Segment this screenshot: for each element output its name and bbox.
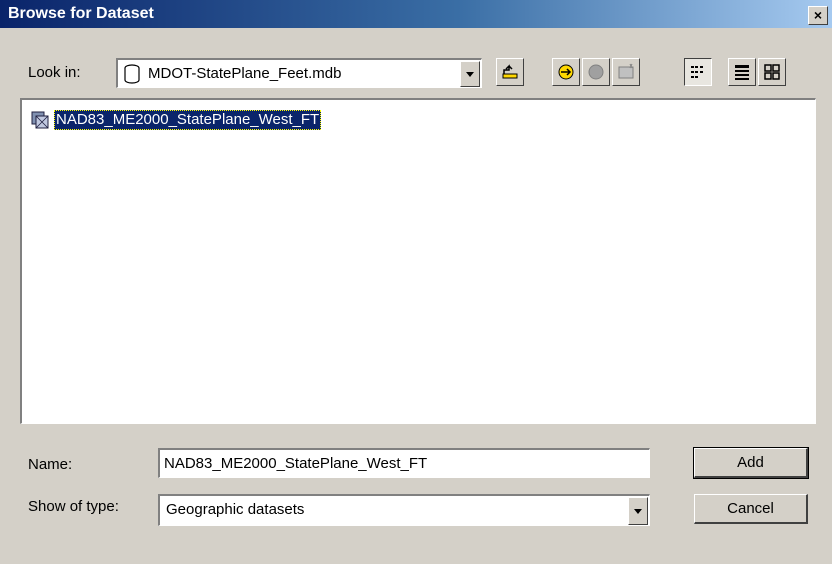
details-view-icon xyxy=(735,65,749,80)
list-view-icon xyxy=(691,66,703,78)
look-in-dropdown-arrow[interactable] xyxy=(460,61,480,87)
dataset-list[interactable]: NAD83_ME2000_StatePlane_West_FT xyxy=(20,98,816,424)
close-button[interactable]: × xyxy=(808,6,828,25)
details-view-button[interactable] xyxy=(728,58,756,86)
add-button[interactable]: Add xyxy=(693,447,809,479)
look-in-value: MDOT-StatePlane_Feet.mdb xyxy=(148,65,342,82)
cancel-button[interactable]: Cancel xyxy=(694,494,808,524)
feature-dataset-icon xyxy=(31,111,49,129)
connect-folder-icon xyxy=(558,64,574,80)
title-bar: Browse for Dataset × xyxy=(0,0,832,28)
look-in-dropdown[interactable]: MDOT-StatePlane_Feet.mdb xyxy=(116,58,482,88)
name-input[interactable] xyxy=(158,448,650,478)
database-icon xyxy=(124,64,140,84)
close-icon: × xyxy=(813,7,823,23)
disconnect-folder-button[interactable] xyxy=(582,58,610,86)
thumbnails-view-button[interactable] xyxy=(758,58,786,86)
thumbnails-view-icon xyxy=(764,64,780,80)
show-type-dropdown[interactable]: Geographic datasets xyxy=(158,494,650,526)
list-item-label: NAD83_ME2000_StatePlane_West_FT xyxy=(54,110,322,130)
disconnect-folder-icon xyxy=(588,64,604,80)
new-geodatabase-button[interactable] xyxy=(612,58,640,86)
show-type-value: Geographic datasets xyxy=(166,501,305,518)
window-title: Browse for Dataset xyxy=(8,5,154,22)
name-label: Name: xyxy=(28,456,73,473)
up-folder-icon xyxy=(502,64,518,79)
show-type-label: Show of type: xyxy=(28,498,119,515)
new-geodatabase-icon xyxy=(618,63,634,79)
look-in-label: Look in: xyxy=(28,64,81,81)
dialog-body: Look in: MDOT-StatePlane_Feet.mdb NAD83_… xyxy=(0,28,832,564)
connect-folder-button[interactable] xyxy=(552,58,580,86)
show-type-dropdown-arrow[interactable] xyxy=(628,497,648,525)
up-one-level-button[interactable] xyxy=(496,58,524,86)
list-view-button[interactable] xyxy=(684,58,712,86)
